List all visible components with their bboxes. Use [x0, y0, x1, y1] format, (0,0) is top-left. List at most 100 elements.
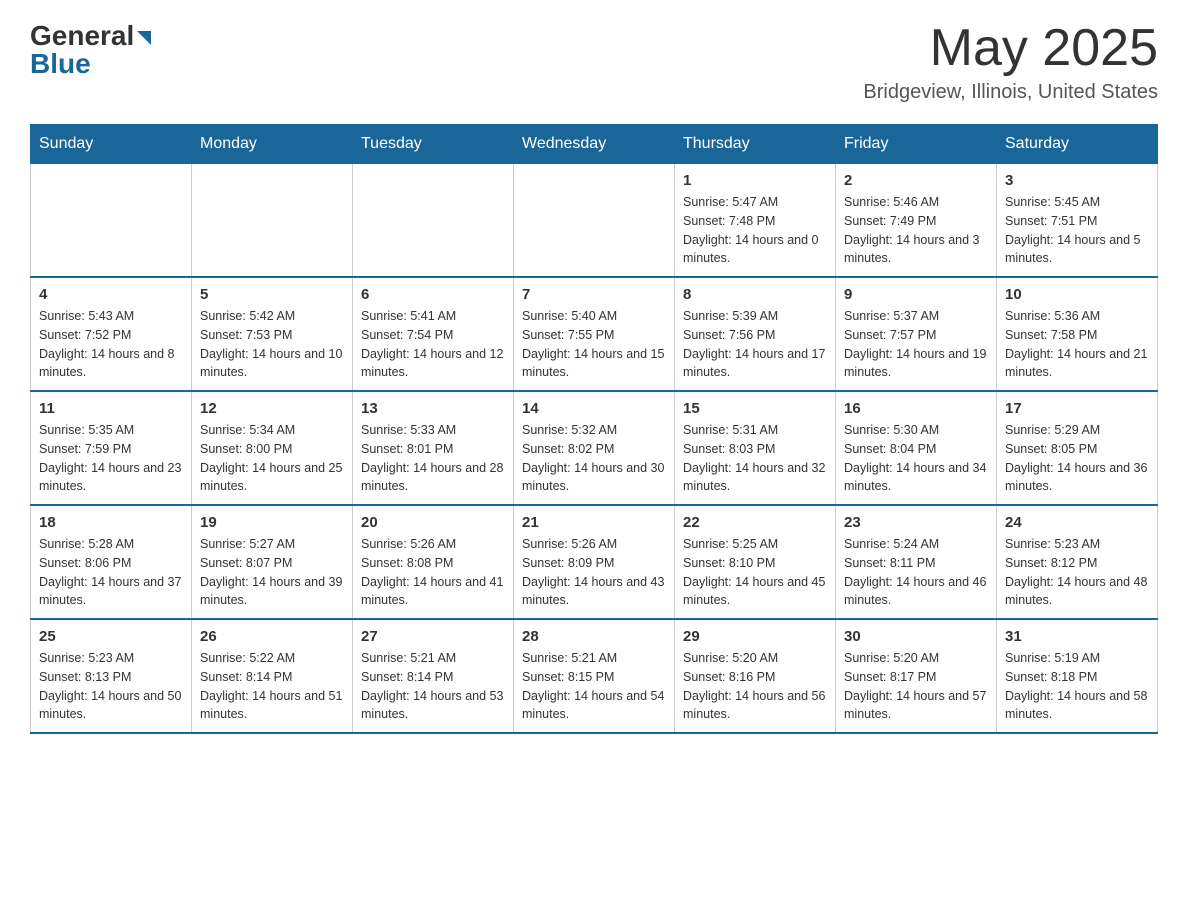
day-info: Sunrise: 5:43 AM Sunset: 7:52 PM Dayligh… [39, 307, 183, 382]
day-info: Sunrise: 5:27 AM Sunset: 8:07 PM Dayligh… [200, 535, 344, 610]
day-info: Sunrise: 5:26 AM Sunset: 8:09 PM Dayligh… [522, 535, 666, 610]
calendar-cell: 7 Sunrise: 5:40 AM Sunset: 7:55 PM Daylig… [514, 277, 675, 391]
month-title: May 2025 [863, 20, 1158, 77]
calendar-week-row: 11Sunrise: 5:35 AM Sunset: 7:59 PM Dayli… [31, 391, 1158, 505]
day-number: 18 [39, 514, 183, 531]
day-number: 21 [522, 514, 666, 531]
calendar-week-row: 25 Sunrise: 5:23 AM Sunset: 8:13 PM Dayli… [31, 619, 1158, 733]
calendar-cell: 10 Sunrise: 5:36 AM Sunset: 7:58 PM Dayli… [997, 277, 1158, 391]
day-number: 3 [1005, 172, 1149, 189]
calendar-cell: 28 Sunrise: 5:21 AM Sunset: 8:15 PM Dayli… [514, 619, 675, 733]
calendar-cell: 17 Sunrise: 5:29 AM Sunset: 8:05 PM Dayli… [997, 391, 1158, 505]
calendar-cell: 6 Sunrise: 5:41 AM Sunset: 7:54 PM Daylig… [353, 277, 514, 391]
calendar-cell: 24Sunrise: 5:23 AM Sunset: 8:12 PM Dayli… [997, 505, 1158, 619]
day-number: 30 [844, 628, 988, 645]
calendar-cell: 29Sunrise: 5:20 AM Sunset: 8:16 PM Dayli… [675, 619, 836, 733]
calendar-cell: 23 Sunrise: 5:24 AM Sunset: 8:11 PM Dayli… [836, 505, 997, 619]
weekday-header-wednesday: Wednesday [514, 125, 675, 164]
day-number: 6 [361, 286, 505, 303]
weekday-header-thursday: Thursday [675, 125, 836, 164]
logo-blue-text: Blue [30, 48, 91, 80]
day-number: 10 [1005, 286, 1149, 303]
calendar-cell: 8 Sunrise: 5:39 AM Sunset: 7:56 PM Daylig… [675, 277, 836, 391]
calendar-cell [192, 164, 353, 278]
day-info: Sunrise: 5:23 AM Sunset: 8:13 PM Dayligh… [39, 649, 183, 724]
day-info: Sunrise: 5:36 AM Sunset: 7:58 PM Dayligh… [1005, 307, 1149, 382]
day-info: Sunrise: 5:21 AM Sunset: 8:15 PM Dayligh… [522, 649, 666, 724]
day-number: 31 [1005, 628, 1149, 645]
day-number: 27 [361, 628, 505, 645]
day-info: Sunrise: 5:19 AM Sunset: 8:18 PM Dayligh… [1005, 649, 1149, 724]
day-number: 15 [683, 400, 827, 417]
day-number: 5 [200, 286, 344, 303]
calendar-cell: 16Sunrise: 5:30 AM Sunset: 8:04 PM Dayli… [836, 391, 997, 505]
calendar-cell: 1 Sunrise: 5:47 AM Sunset: 7:48 PM Daylig… [675, 164, 836, 278]
logo: General Blue [30, 20, 151, 80]
day-number: 25 [39, 628, 183, 645]
calendar-week-row: 4Sunrise: 5:43 AM Sunset: 7:52 PM Daylig… [31, 277, 1158, 391]
day-info: Sunrise: 5:32 AM Sunset: 8:02 PM Dayligh… [522, 421, 666, 496]
day-number: 23 [844, 514, 988, 531]
calendar-cell [353, 164, 514, 278]
calendar-cell: 4Sunrise: 5:43 AM Sunset: 7:52 PM Daylig… [31, 277, 192, 391]
day-info: Sunrise: 5:46 AM Sunset: 7:49 PM Dayligh… [844, 193, 988, 268]
calendar-cell: 13Sunrise: 5:33 AM Sunset: 8:01 PM Dayli… [353, 391, 514, 505]
day-info: Sunrise: 5:24 AM Sunset: 8:11 PM Dayligh… [844, 535, 988, 610]
weekday-header-saturday: Saturday [997, 125, 1158, 164]
day-number: 7 [522, 286, 666, 303]
calendar-cell: 9 Sunrise: 5:37 AM Sunset: 7:57 PM Daylig… [836, 277, 997, 391]
calendar-cell: 14 Sunrise: 5:32 AM Sunset: 8:02 PM Dayli… [514, 391, 675, 505]
day-number: 9 [844, 286, 988, 303]
weekday-header-friday: Friday [836, 125, 997, 164]
day-number: 14 [522, 400, 666, 417]
weekday-header-sunday: Sunday [31, 125, 192, 164]
day-info: Sunrise: 5:26 AM Sunset: 8:08 PM Dayligh… [361, 535, 505, 610]
calendar-body: 1 Sunrise: 5:47 AM Sunset: 7:48 PM Daylig… [31, 164, 1158, 734]
day-info: Sunrise: 5:40 AM Sunset: 7:55 PM Dayligh… [522, 307, 666, 382]
day-info: Sunrise: 5:29 AM Sunset: 8:05 PM Dayligh… [1005, 421, 1149, 496]
day-info: Sunrise: 5:33 AM Sunset: 8:01 PM Dayligh… [361, 421, 505, 496]
calendar-cell: 31 Sunrise: 5:19 AM Sunset: 8:18 PM Dayli… [997, 619, 1158, 733]
title-section: May 2025 Bridgeview, Illinois, United St… [863, 20, 1158, 104]
calendar-cell: 30 Sunrise: 5:20 AM Sunset: 8:17 PM Dayli… [836, 619, 997, 733]
calendar-cell: 22Sunrise: 5:25 AM Sunset: 8:10 PM Dayli… [675, 505, 836, 619]
day-info: Sunrise: 5:37 AM Sunset: 7:57 PM Dayligh… [844, 307, 988, 382]
day-info: Sunrise: 5:28 AM Sunset: 8:06 PM Dayligh… [39, 535, 183, 610]
day-number: 19 [200, 514, 344, 531]
weekday-header-monday: Monday [192, 125, 353, 164]
calendar-cell: 20Sunrise: 5:26 AM Sunset: 8:08 PM Dayli… [353, 505, 514, 619]
calendar-cell: 27Sunrise: 5:21 AM Sunset: 8:14 PM Dayli… [353, 619, 514, 733]
calendar-cell: 3 Sunrise: 5:45 AM Sunset: 7:51 PM Daylig… [997, 164, 1158, 278]
calendar-cell: 2 Sunrise: 5:46 AM Sunset: 7:49 PM Daylig… [836, 164, 997, 278]
weekday-header-tuesday: Tuesday [353, 125, 514, 164]
location-text: Bridgeview, Illinois, United States [863, 81, 1158, 104]
day-info: Sunrise: 5:35 AM Sunset: 7:59 PM Dayligh… [39, 421, 183, 496]
calendar-week-row: 1 Sunrise: 5:47 AM Sunset: 7:48 PM Daylig… [31, 164, 1158, 278]
day-number: 2 [844, 172, 988, 189]
day-info: Sunrise: 5:41 AM Sunset: 7:54 PM Dayligh… [361, 307, 505, 382]
day-info: Sunrise: 5:45 AM Sunset: 7:51 PM Dayligh… [1005, 193, 1149, 268]
calendar-header: SundayMondayTuesdayWednesdayThursdayFrid… [31, 125, 1158, 164]
day-number: 28 [522, 628, 666, 645]
day-number: 24 [1005, 514, 1149, 531]
day-info: Sunrise: 5:39 AM Sunset: 7:56 PM Dayligh… [683, 307, 827, 382]
day-number: 1 [683, 172, 827, 189]
calendar-cell: 15Sunrise: 5:31 AM Sunset: 8:03 PM Dayli… [675, 391, 836, 505]
day-info: Sunrise: 5:34 AM Sunset: 8:00 PM Dayligh… [200, 421, 344, 496]
day-number: 22 [683, 514, 827, 531]
day-number: 8 [683, 286, 827, 303]
day-number: 29 [683, 628, 827, 645]
calendar-cell: 25 Sunrise: 5:23 AM Sunset: 8:13 PM Dayli… [31, 619, 192, 733]
day-info: Sunrise: 5:20 AM Sunset: 8:17 PM Dayligh… [844, 649, 988, 724]
day-info: Sunrise: 5:47 AM Sunset: 7:48 PM Dayligh… [683, 193, 827, 268]
day-info: Sunrise: 5:22 AM Sunset: 8:14 PM Dayligh… [200, 649, 344, 724]
calendar-table: SundayMondayTuesdayWednesdayThursdayFrid… [30, 124, 1158, 734]
calendar-cell: 12 Sunrise: 5:34 AM Sunset: 8:00 PM Dayli… [192, 391, 353, 505]
calendar-cell: 18 Sunrise: 5:28 AM Sunset: 8:06 PM Dayli… [31, 505, 192, 619]
calendar-cell: 19 Sunrise: 5:27 AM Sunset: 8:07 PM Dayli… [192, 505, 353, 619]
day-number: 17 [1005, 400, 1149, 417]
day-number: 12 [200, 400, 344, 417]
day-info: Sunrise: 5:42 AM Sunset: 7:53 PM Dayligh… [200, 307, 344, 382]
calendar-cell: 5 Sunrise: 5:42 AM Sunset: 7:53 PM Daylig… [192, 277, 353, 391]
calendar-cell: 11Sunrise: 5:35 AM Sunset: 7:59 PM Dayli… [31, 391, 192, 505]
